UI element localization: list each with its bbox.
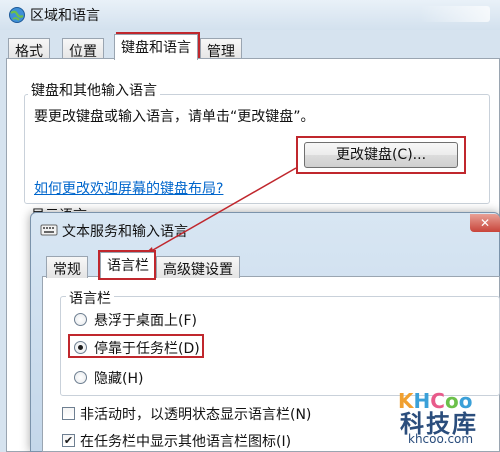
radio-hidden[interactable] [74,371,87,384]
tab-advanced-key-settings[interactable]: 高级键设置 [156,256,240,278]
option-label: 悬浮于桌面上(F) [94,313,197,329]
tab-general[interactable]: 常规 [46,256,88,278]
titlebar-buttons [420,6,490,22]
checkbox-transparent-inactive[interactable] [62,407,75,420]
option-label: 隐藏(H) [94,371,144,387]
highlight-button-box [296,136,466,174]
tab-label: 键盘和语言 [121,40,191,56]
checkbox-label: 非活动时，以透明状态显示语言栏(N) [80,407,312,423]
checkbox-label: 在任务栏中显示其他语言栏图标(I) [80,434,292,450]
langbar-group-legend: 语言栏 [66,288,114,308]
keyboard-group-legend: 键盘和其他输入语言 [28,80,160,100]
tab-label: 常规 [53,262,81,278]
tab-keyboard-language[interactable]: 键盘和语言 [114,34,198,60]
tab-location[interactable]: 位置 [62,38,104,60]
keyboard-icon [40,224,58,236]
watermark-url: khcoo.com [408,432,474,446]
window-title: 区域和语言 [30,8,100,24]
tab-format[interactable]: 格式 [8,38,50,60]
dialog-title: 文本服务和输入语言 [62,224,188,240]
tab-label: 高级键设置 [163,262,233,278]
globe-icon [9,7,25,23]
keyboard-description: 要更改键盘或输入语言，请单击“更改键盘”。 [34,109,315,125]
radio-float-desktop[interactable] [74,313,87,326]
close-icon[interactable]: ✕ [470,214,500,232]
welcome-keyboard-link[interactable]: 如何更改欢迎屏幕的键盘布局? [34,178,223,198]
highlight-dock-option-box [68,334,204,358]
checkbox-taskbar-icons[interactable]: ✔ [62,434,75,447]
highlight-langbar-tab-box [98,250,156,280]
tab-manage[interactable]: 管理 [200,38,242,60]
